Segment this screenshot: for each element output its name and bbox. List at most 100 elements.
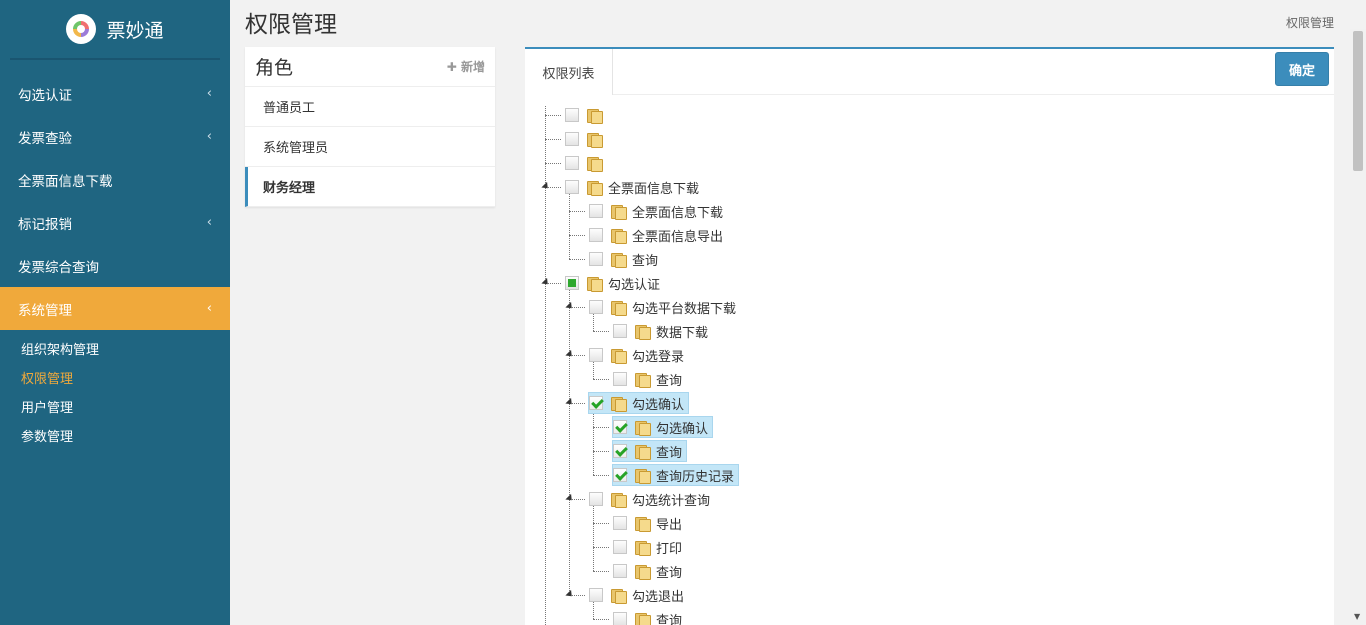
tree-node-content[interactable]: 打印 [613,536,686,558]
tree-node-content[interactable]: 查询 [589,248,662,270]
tree-checkbox[interactable] [589,204,603,218]
tree-node-label[interactable]: 勾选统计查询 [632,490,714,509]
tree-node[interactable]: 勾选确认 [588,392,989,416]
tree-node[interactable]: 导出 [613,512,1013,536]
tree-checkbox[interactable] [613,540,627,554]
tree-node-content[interactable]: 查询 [613,560,686,582]
tree-node-content[interactable]: 查询 [612,440,688,462]
tree-node-label[interactable]: 打印 [656,538,686,557]
tree-node-content[interactable]: 勾选确认 [612,416,714,438]
sidebar-item[interactable]: 标记报销 ‹ [0,201,230,244]
tree-node-content[interactable]: 全票面信息下载 [589,200,727,222]
tree-node-content[interactable]: 查询 [613,608,686,625]
sidebar-item[interactable]: 勾选认证 ‹ [0,72,230,115]
tree-node-content[interactable]: 勾选认证 [565,272,664,294]
tree-checkbox[interactable] [565,276,579,290]
tree-node-label[interactable]: 查询 [632,250,662,269]
role-item[interactable]: 系统管理员 [245,127,495,167]
tree-node[interactable]: 全票面信息导出 [589,224,989,248]
sidebar-item[interactable]: 发票综合查询 [0,244,230,287]
tree-node[interactable]: 数据下载 [613,320,1013,344]
tree-node[interactable] [565,152,965,176]
tree-checkbox[interactable] [613,468,627,482]
tree-node-label[interactable]: 勾选登录 [632,346,688,365]
tree-node[interactable]: 查询 [613,368,1013,392]
tree-node-label[interactable]: 数据下载 [656,322,712,341]
sidebar-item[interactable]: 系统管理 ‹ [0,287,230,330]
tree-checkbox[interactable] [613,324,627,338]
subnav-item[interactable]: 用户管理 [0,392,230,421]
tree-node[interactable] [565,128,965,152]
tree-node[interactable]: 查询 [613,560,1013,584]
subnav-item[interactable]: 参数管理 [0,421,230,450]
tree-node-content[interactable] [565,128,612,150]
tree-node[interactable]: 勾选退出 [589,584,989,608]
tree-checkbox[interactable] [613,516,627,530]
tab-permission-list[interactable]: 权限列表 [525,49,613,95]
tree-node-label[interactable]: 查询 [656,562,686,581]
tree-node-label[interactable]: 全票面信息下载 [632,202,727,221]
tree-checkbox[interactable] [613,372,627,386]
tree-node-content[interactable]: 勾选确认 [588,392,690,414]
tree-node-content[interactable]: 数据下载 [613,320,712,342]
tree-node-content[interactable]: 导出 [613,512,686,534]
tree-node[interactable]: 查询 [613,608,1013,625]
tree-node-content[interactable]: 查询 [613,368,686,390]
tree-node-label[interactable]: 导出 [656,514,686,533]
tree-checkbox[interactable] [565,156,579,170]
tree-node-label[interactable]: 查询 [656,610,686,625]
tree-node-label[interactable]: 勾选认证 [608,274,664,293]
tree-node[interactable]: 查询历史记录 [612,464,1013,488]
tree-node[interactable] [565,104,965,128]
subnav-item[interactable]: 组织架构管理 [0,334,230,363]
tree-checkbox[interactable] [589,300,603,314]
tree-node[interactable]: 全票面信息下载 [589,200,989,224]
tree-node-content[interactable]: 全票面信息下载 [565,176,703,198]
tree-node[interactable]: 勾选统计查询 [589,488,989,512]
tree-node[interactable]: 勾选登录 [589,344,989,368]
tree-checkbox[interactable] [589,396,603,410]
tree-checkbox[interactable] [613,420,627,434]
tree-node[interactable]: 勾选平台数据下载 [589,296,989,320]
tree-checkbox[interactable] [565,108,579,122]
role-item[interactable]: 普通员工 [245,87,495,127]
tree-node-label[interactable]: 勾选确认 [632,394,688,413]
tree-node-label[interactable]: 勾选退出 [632,586,688,605]
tree-node[interactable]: 勾选认证 [565,272,965,296]
tree-checkbox[interactable] [589,228,603,242]
tree-node-label[interactable]: 勾选平台数据下载 [632,298,740,317]
tree-node-content[interactable] [565,152,612,174]
tree-node-label[interactable]: 全票面信息下载 [608,178,703,197]
scroll-down-icon[interactable]: ▼ [1354,612,1360,621]
tree-checkbox[interactable] [589,348,603,362]
tree-node-label[interactable]: 勾选确认 [656,418,712,437]
tree-node[interactable]: 全票面信息下载 [565,176,965,200]
tree-node-label[interactable]: 查询 [656,442,686,461]
sidebar-item[interactable]: 全票面信息下载 [0,158,230,201]
tree-checkbox[interactable] [589,252,603,266]
tree-checkbox[interactable] [613,444,627,458]
subnav-item[interactable]: 权限管理 [0,363,230,392]
scrollbar[interactable]: ▼ [1350,29,1366,625]
tree-node[interactable]: 打印 [613,536,1013,560]
tree-checkbox[interactable] [589,588,603,602]
tree-node-content[interactable]: 勾选登录 [589,344,688,366]
role-item[interactable]: 财务经理 [245,167,495,207]
tree-checkbox[interactable] [565,132,579,146]
confirm-button[interactable]: 确定 [1275,52,1329,86]
tree-node-content[interactable]: 勾选平台数据下载 [589,296,740,318]
tree-node[interactable]: 查询 [589,248,989,272]
scroll-thumb[interactable] [1353,31,1363,171]
tree-node-content[interactable]: 勾选统计查询 [589,488,714,510]
tree-node-content[interactable] [565,104,612,126]
tree-checkbox[interactable] [565,180,579,194]
tree-node-label[interactable]: 查询历史记录 [656,466,738,485]
tree-checkbox[interactable] [613,564,627,578]
tree-node-label[interactable]: 查询 [656,370,686,389]
tree-node[interactable]: 勾选确认 [612,416,1013,440]
tree-node[interactable]: 查询 [612,440,1013,464]
tree-checkbox[interactable] [613,612,627,625]
tree-node-content[interactable]: 全票面信息导出 [589,224,727,246]
tree-node-content[interactable]: 查询历史记录 [612,464,740,486]
brand[interactable]: 票妙通 [10,0,220,60]
